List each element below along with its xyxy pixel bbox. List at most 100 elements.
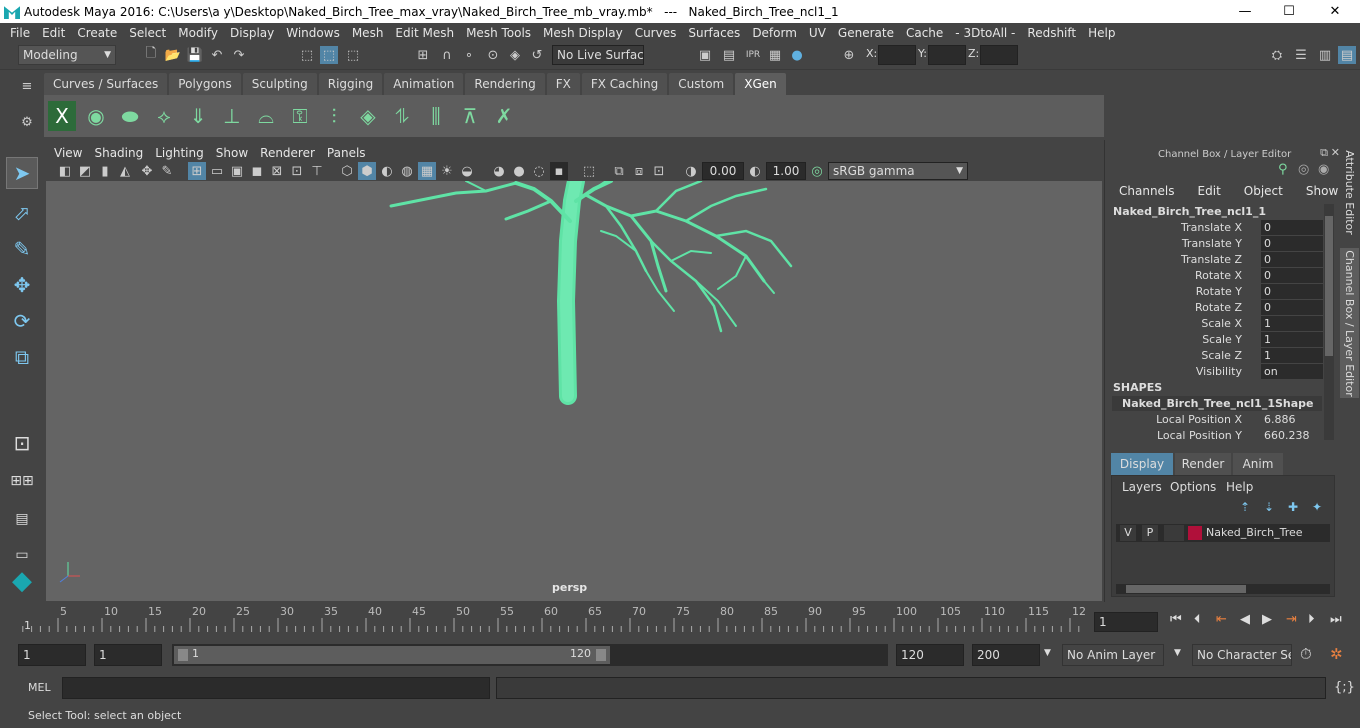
undo-icon[interactable]: ↶: [208, 46, 226, 64]
xray-joints-icon[interactable]: ⧈: [630, 162, 648, 180]
channel-box-object-name[interactable]: Naked_Birch_Tree_ncl1_1: [1113, 205, 1266, 218]
cb-menu-channels[interactable]: Channels: [1112, 184, 1175, 200]
move-tool-icon[interactable]: ✥: [6, 269, 38, 301]
shelf-tab-rigging[interactable]: Rigging: [318, 73, 383, 95]
textured-icon[interactable]: ▦: [418, 162, 436, 180]
xgen-editor-icon[interactable]: X: [48, 101, 76, 131]
guide-width-icon[interactable]: ⊼: [456, 101, 484, 131]
shelf-tab-fx-caching[interactable]: FX Caching: [581, 73, 668, 95]
shelf-tab-curves-surfaces[interactable]: Curves / Surfaces: [44, 73, 168, 95]
mel-label[interactable]: MEL: [28, 681, 51, 694]
snap-live-icon[interactable]: ↺: [528, 46, 546, 64]
layer-tab-render[interactable]: Render: [1175, 453, 1231, 475]
layer-playback-toggle[interactable]: P: [1142, 525, 1158, 541]
vp-menu-view[interactable]: View: [48, 146, 88, 160]
layer-menu-options[interactable]: Options: [1170, 480, 1216, 494]
channel-box-toggle-icon[interactable]: ▤: [1338, 46, 1356, 64]
lasso-tool-icon[interactable]: ⬀: [6, 197, 38, 229]
menu-cache[interactable]: Cache: [900, 26, 949, 40]
scrollbar-thumb[interactable]: [1126, 585, 1246, 593]
absolute-transform-icon[interactable]: ⊕: [840, 46, 858, 64]
minimize-button[interactable]: —: [1222, 0, 1268, 23]
snap-point-icon[interactable]: ∘: [460, 46, 478, 64]
wireframe-on-shaded-icon[interactable]: ◍: [398, 162, 416, 180]
menu-modify[interactable]: Modify: [172, 26, 224, 40]
bookmark-icon[interactable]: ▮: [96, 162, 114, 180]
range-slider[interactable]: 1 120: [172, 644, 888, 666]
ipr-icon[interactable]: IPR: [744, 46, 762, 64]
xray-components-icon[interactable]: ⊡: [650, 162, 668, 180]
cb-menu-show[interactable]: Show: [1299, 184, 1338, 200]
shelf-tab-polygons[interactable]: Polygons: [169, 73, 241, 95]
menu-create[interactable]: Create: [71, 26, 123, 40]
channel-value[interactable]: 0: [1261, 220, 1323, 235]
depth-of-field-icon[interactable]: ▪: [550, 162, 568, 180]
lock-guides-icon[interactable]: ⚿: [286, 101, 314, 131]
play-backwards-icon[interactable]: ◀: [1240, 612, 1250, 627]
channel-value[interactable]: 0: [1261, 268, 1323, 283]
step-back-frame-icon[interactable]: ⏴: [1194, 612, 1201, 627]
vp-menu-renderer[interactable]: Renderer: [254, 146, 321, 160]
channel-row[interactable]: Scale Y 1: [1110, 332, 1323, 348]
y-coord-field[interactable]: [928, 45, 966, 65]
film-gate-icon[interactable]: ▭: [208, 162, 226, 180]
menu-help[interactable]: Help: [1082, 26, 1121, 40]
select-hierarchy-icon[interactable]: ⬚: [298, 46, 316, 64]
shelf-settings-icon[interactable]: ⚙: [18, 113, 36, 131]
channel-row[interactable]: Local Position Y 660.238: [1110, 428, 1322, 444]
image-plane-icon[interactable]: ◭: [116, 162, 134, 180]
channel-row[interactable]: Scale X 1: [1110, 316, 1323, 332]
color-management-icon[interactable]: ◎: [808, 162, 826, 180]
ipr-render-icon[interactable]: ▤: [720, 46, 738, 64]
anti-aliasing-icon[interactable]: ◌: [530, 162, 548, 180]
channel-row[interactable]: Rotate X 0: [1110, 268, 1323, 284]
channel-value[interactable]: 1: [1261, 316, 1323, 331]
delete-guides-icon[interactable]: ✗: [490, 101, 518, 131]
layer-name[interactable]: Naked_Birch_Tree: [1206, 526, 1303, 539]
step-back-key-icon[interactable]: ⇤: [1216, 612, 1227, 627]
script-editor-icon[interactable]: {;}: [1334, 680, 1355, 695]
wireframe-icon[interactable]: ⬡: [338, 162, 356, 180]
menu-edit-mesh[interactable]: Edit Mesh: [389, 26, 460, 40]
hypershade-icon[interactable]: ●: [788, 46, 806, 64]
vp-menu-panels[interactable]: Panels: [321, 146, 372, 160]
layer-menu-help[interactable]: Help: [1226, 480, 1253, 494]
exposure-icon[interactable]: ◑: [682, 162, 700, 180]
animation-preferences-icon[interactable]: ✲: [1330, 645, 1343, 663]
shelf-tab-animation[interactable]: Animation: [384, 73, 464, 95]
modeling-toolkit-icon[interactable]: ⛭: [1268, 46, 1286, 64]
rotate-tool-icon[interactable]: ⟳: [6, 305, 38, 337]
z-coord-field[interactable]: [980, 45, 1018, 65]
field-chart-icon[interactable]: ⊠: [268, 162, 286, 180]
chevron-down-icon[interactable]: ▼: [1174, 648, 1181, 658]
scrollbar-thumb[interactable]: [1325, 216, 1333, 356]
channel-value[interactable]: on: [1261, 364, 1323, 379]
maya-home-icon[interactable]: ◆: [6, 565, 38, 597]
menu-mesh-display[interactable]: Mesh Display: [537, 26, 629, 40]
vp-menu-lighting[interactable]: Lighting: [149, 146, 210, 160]
layer-tab-anim[interactable]: Anim: [1233, 453, 1283, 475]
camera-icon[interactable]: ◧: [56, 162, 74, 180]
ambient-occlusion-icon[interactable]: ◕: [490, 162, 508, 180]
shelf-tab-custom[interactable]: Custom: [669, 73, 734, 95]
scale-tool-icon[interactable]: ⧉: [6, 341, 38, 373]
menu-deform[interactable]: Deform: [746, 26, 803, 40]
xray-icon[interactable]: ⧉: [610, 162, 628, 180]
xgen-preview-icon[interactable]: ◉: [82, 101, 110, 131]
shelf-tab-sculpting[interactable]: Sculpting: [242, 73, 317, 95]
save-scene-icon[interactable]: 💾: [186, 46, 204, 64]
single-view-icon[interactable]: ⊡: [6, 427, 38, 459]
resolution-gate-icon[interactable]: ▣: [228, 162, 246, 180]
layer-row[interactable]: V P Naked_Birch_Tree: [1116, 524, 1330, 542]
animation-end-field[interactable]: 200: [972, 644, 1040, 666]
gate-mask-icon[interactable]: ◼: [248, 162, 266, 180]
menu-uv[interactable]: UV: [803, 26, 832, 40]
add-guides-icon[interactable]: ⟡: [150, 101, 178, 131]
channel-row[interactable]: Translate X 0: [1110, 220, 1323, 236]
snap-view-icon[interactable]: ⊙: [484, 46, 502, 64]
mel-input[interactable]: [62, 677, 490, 699]
rebuild-guides-icon[interactable]: ⫶: [320, 101, 348, 131]
select-tool-icon[interactable]: ➤: [6, 157, 38, 189]
menu-mesh[interactable]: Mesh: [346, 26, 390, 40]
new-layer-selected-icon[interactable]: ✦: [1312, 500, 1322, 514]
